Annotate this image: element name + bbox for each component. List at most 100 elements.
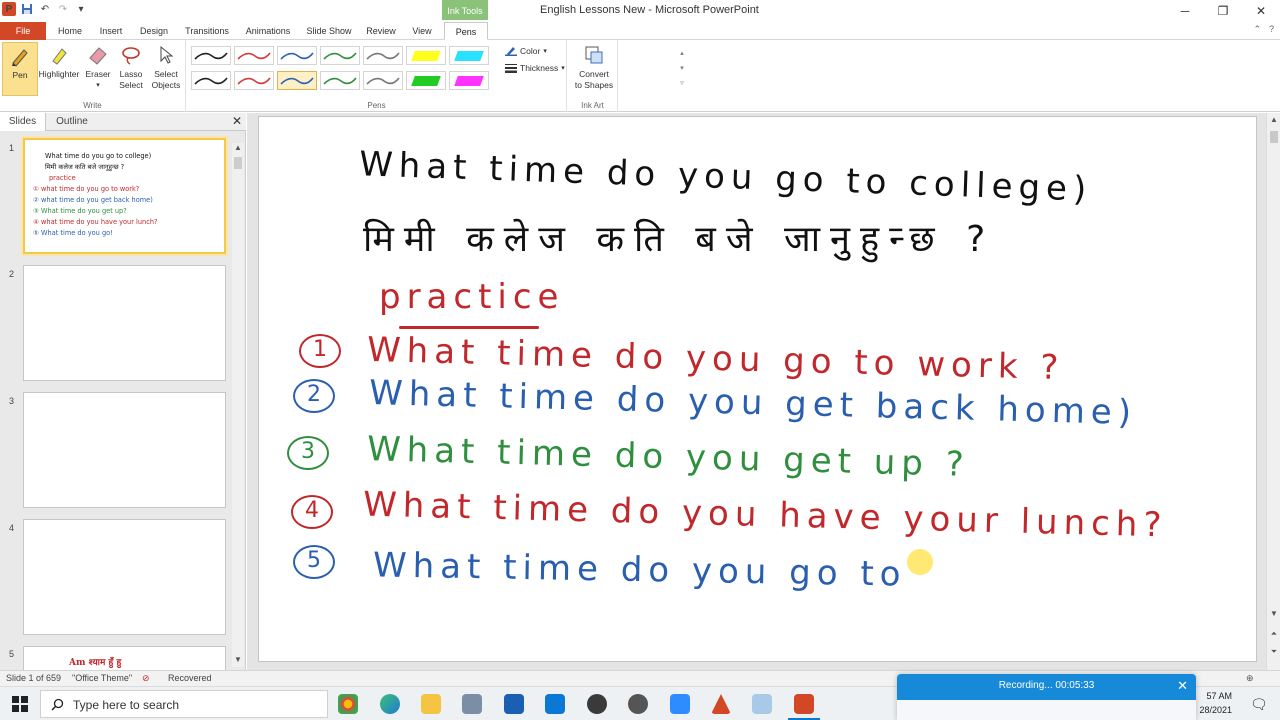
- slides-panel-scrollbar[interactable]: ▲ ▼: [232, 143, 244, 667]
- eraser-dropdown-icon[interactable]: ▾: [82, 80, 114, 91]
- pen-button[interactable]: Pen: [2, 42, 38, 96]
- acrobat-icon[interactable]: [711, 694, 731, 714]
- eraser-button[interactable]: Eraser ▾: [82, 42, 114, 91]
- minimize-ribbon-icon[interactable]: ⌃: [1253, 24, 1261, 35]
- tab-pens[interactable]: Pens: [444, 22, 488, 40]
- scroll-up-icon[interactable]: ▲: [232, 143, 244, 155]
- pen-swatch[interactable]: [363, 71, 403, 90]
- chrome-icon[interactable]: [338, 694, 358, 714]
- slide-number: 5: [9, 649, 15, 659]
- pen-swatch[interactable]: [277, 71, 317, 90]
- pen-swatch[interactable]: [191, 46, 231, 65]
- slide-thumbnail-5[interactable]: Am श्याम हुँ हु: [23, 646, 226, 670]
- store-icon[interactable]: [504, 694, 524, 714]
- scroll-thumb[interactable]: [1270, 131, 1278, 143]
- pen-gallery-scroll[interactable]: ▴ ▾ ▿: [677, 46, 687, 92]
- tab-review[interactable]: Review: [362, 22, 400, 40]
- pen-swatch[interactable]: [234, 46, 274, 65]
- item-number-5: 5: [293, 545, 335, 579]
- slide-thumbnail-4[interactable]: [23, 519, 226, 635]
- convert-shapes-icon: [585, 46, 603, 64]
- highlighter-button[interactable]: Highlighter: [38, 42, 80, 80]
- taskbar-clock[interactable]: 57 AM 28/2021: [1199, 689, 1232, 717]
- pen-swatch[interactable]: [406, 71, 446, 90]
- tab-file[interactable]: File: [0, 22, 46, 40]
- slide-number: 2: [9, 269, 15, 279]
- slide-thumbnail-1[interactable]: What time do you go to college) मिमी कले…: [23, 138, 226, 254]
- scroll-down-icon[interactable]: ▼: [1267, 609, 1280, 621]
- quick-access-toolbar: P ↶ ↷ ▾: [2, 2, 88, 16]
- paint-icon[interactable]: [752, 694, 772, 714]
- lasso-icon: [122, 47, 140, 65]
- pen-swatch[interactable]: [191, 71, 231, 90]
- maximize-button[interactable]: ❐: [1204, 0, 1242, 22]
- tab-design[interactable]: Design: [134, 22, 174, 40]
- app-icon[interactable]: [628, 694, 648, 714]
- pen-swatch[interactable]: [449, 71, 489, 90]
- edge-icon[interactable]: [380, 694, 400, 714]
- pen-swatch[interactable]: [234, 71, 274, 90]
- mail-icon[interactable]: [545, 694, 565, 714]
- minimize-button[interactable]: ─: [1166, 0, 1204, 22]
- pen-thickness-button[interactable]: Thickness ▾: [505, 63, 565, 73]
- tab-animations[interactable]: Animations: [240, 22, 296, 40]
- item-number-4: 4: [291, 495, 333, 529]
- convert-to-shapes-button[interactable]: Convert to Shapes: [572, 42, 616, 91]
- pen-icon: [12, 49, 28, 67]
- help-icon[interactable]: ?: [1269, 24, 1274, 35]
- pen-swatch[interactable]: [320, 46, 360, 65]
- taskbar-search-box[interactable]: Type here to search: [40, 690, 328, 718]
- select-objects-button[interactable]: Select Objects: [148, 42, 184, 91]
- file-explorer-icon[interactable]: [421, 694, 441, 714]
- powerpoint-logo-icon[interactable]: P: [2, 2, 16, 16]
- lasso-select-button[interactable]: Lasso Select: [114, 42, 148, 91]
- practice-item-3: What time do you get up ?: [366, 429, 971, 485]
- scroll-thumb[interactable]: [234, 157, 242, 169]
- undo-icon[interactable]: ↶: [38, 2, 52, 16]
- tab-outline[interactable]: Outline: [48, 113, 96, 131]
- item-number-1: 1: [299, 334, 341, 368]
- tab-insert[interactable]: Insert: [92, 22, 130, 40]
- pen-swatch[interactable]: [363, 46, 403, 65]
- close-panel-icon[interactable]: ✕: [232, 114, 242, 128]
- slide-scrollbar[interactable]: ▲ ▼ ⏶ ⏷: [1266, 113, 1280, 670]
- scroll-down-icon[interactable]: ▼: [232, 655, 244, 667]
- close-button[interactable]: ✕: [1242, 0, 1280, 22]
- tab-slide-show[interactable]: Slide Show: [302, 22, 356, 40]
- computer-icon[interactable]: [462, 694, 482, 714]
- save-icon[interactable]: [20, 2, 34, 16]
- thumb-line: ④ what time do you have your lunch?: [33, 218, 158, 226]
- tab-view[interactable]: View: [406, 22, 438, 40]
- title-bar: P ↶ ↷ ▾ Ink Tools English Lessons New - …: [0, 0, 1280, 22]
- practice-underline: [399, 326, 539, 329]
- write-group: Pen Highlighter Eraser ▾ Lasso Select Se…: [0, 40, 186, 112]
- pen-swatch[interactable]: [277, 46, 317, 65]
- obs-icon[interactable]: [587, 694, 607, 714]
- previous-slide-icon[interactable]: ⏶: [1267, 629, 1280, 641]
- scroll-up-icon[interactable]: ▲: [1267, 115, 1280, 127]
- windows-start-icon[interactable]: [12, 696, 28, 712]
- pen-swatch[interactable]: [320, 71, 360, 90]
- zoom-icon[interactable]: [670, 694, 690, 714]
- pen-swatch[interactable]: [406, 46, 446, 65]
- redo-icon[interactable]: ↷: [56, 2, 70, 16]
- pen-swatch[interactable]: [449, 46, 489, 65]
- tab-home[interactable]: Home: [52, 22, 88, 40]
- tab-transitions[interactable]: Transitions: [180, 22, 234, 40]
- window-title: English Lessons New - Microsoft PowerPoi…: [540, 4, 759, 16]
- recording-close-icon[interactable]: ✕: [1177, 678, 1188, 694]
- pen-color-button[interactable]: Color ▾: [505, 45, 547, 56]
- notification-icon[interactable]: 🗨: [1250, 696, 1268, 712]
- customize-toolbar-icon[interactable]: ▾: [74, 2, 88, 16]
- zoom-in-icon[interactable]: ⊕: [1246, 673, 1254, 684]
- current-slide[interactable]: What time do you go to college) मिमी कले…: [258, 116, 1257, 662]
- tab-slides[interactable]: Slides: [0, 113, 46, 131]
- spelling-check-icon[interactable]: ⊘: [142, 673, 150, 684]
- slides-panel: Slides Outline ✕ 1 What time do you go t…: [0, 113, 246, 670]
- search-icon: [51, 698, 64, 711]
- recording-status: Recording... 00:05:33: [998, 680, 1095, 691]
- powerpoint-taskbar-icon[interactable]: [794, 694, 814, 714]
- slide-thumbnail-2[interactable]: [23, 265, 226, 381]
- slide-thumbnail-3[interactable]: [23, 392, 226, 508]
- next-slide-icon[interactable]: ⏷: [1267, 647, 1280, 659]
